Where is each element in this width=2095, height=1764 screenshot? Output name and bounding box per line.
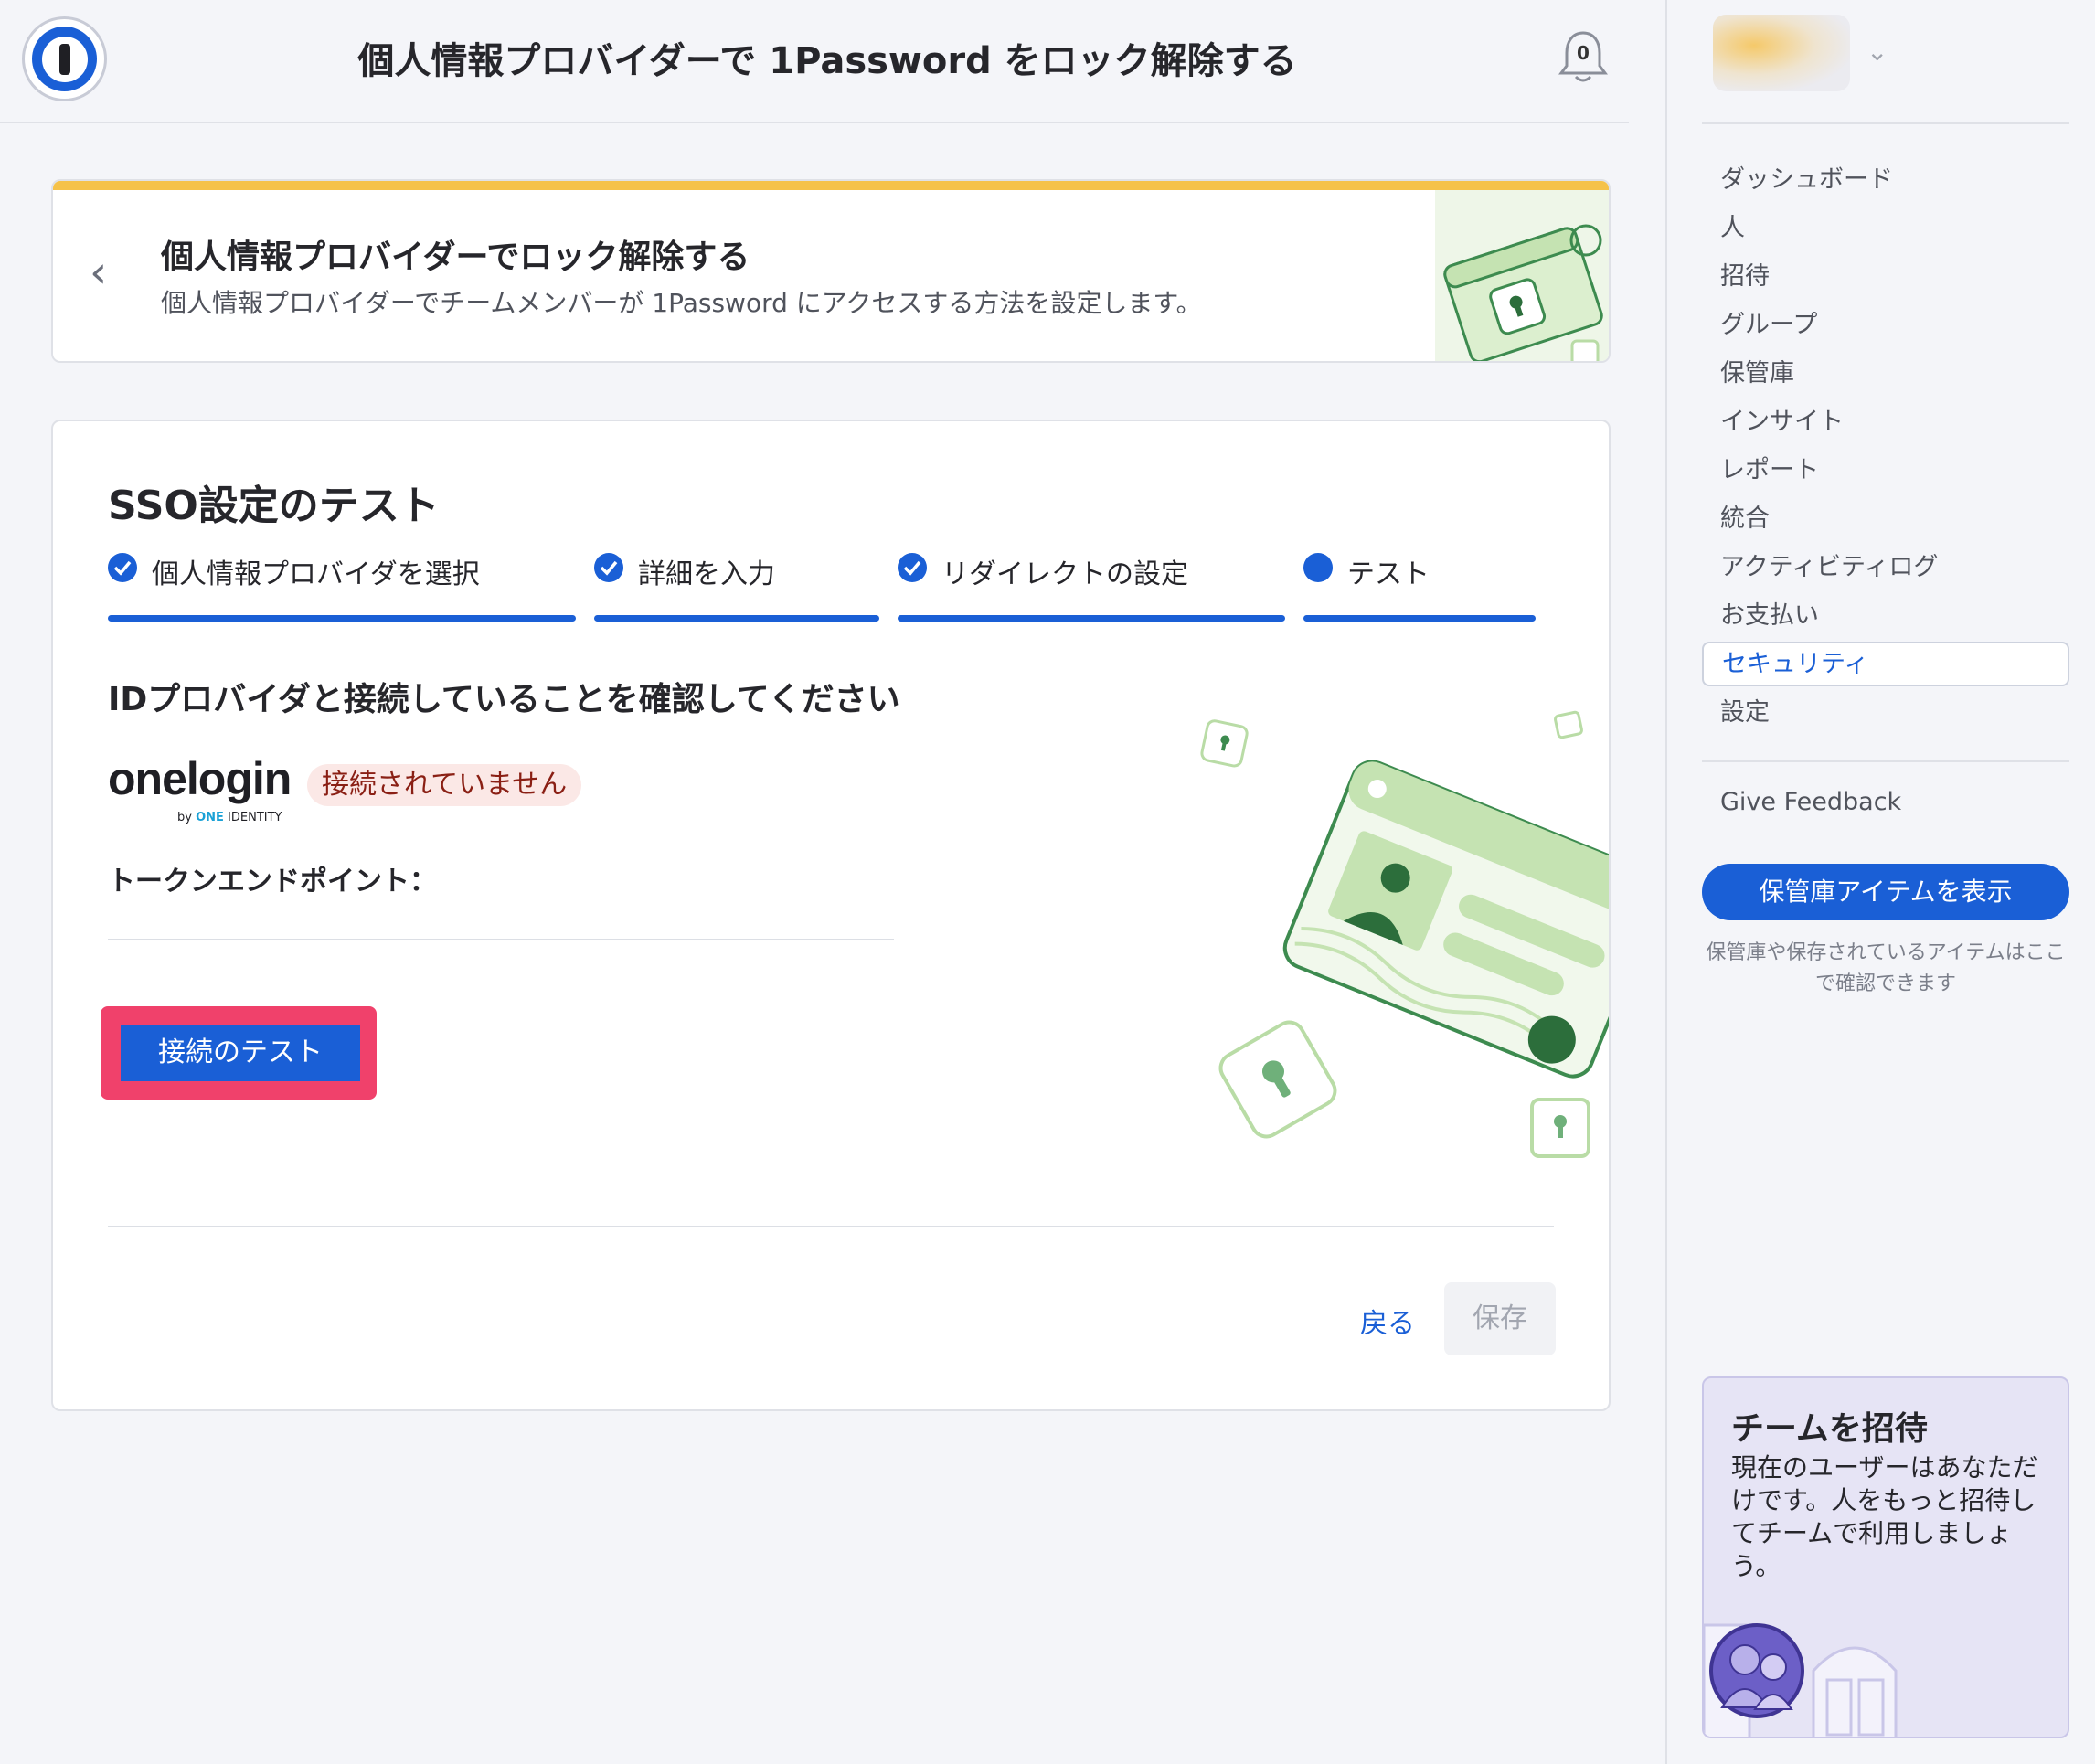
onelogin-wordmark: onelogin [108, 753, 292, 804]
step-progress-bar [108, 615, 576, 622]
step-label: 個人情報プロバイダを選択 [152, 558, 480, 590]
token-endpoint-field [108, 939, 894, 940]
team-illustration [1704, 1623, 1898, 1737]
sidebar-item-groups[interactable]: グループ [1702, 301, 2069, 349]
footer-divider [108, 1226, 1554, 1227]
sidebar-item-reports[interactable]: レポート [1702, 446, 2069, 494]
step-label: リダイレクトの設定 [941, 558, 1188, 590]
page-title: 個人情報プロバイダーで 1Password をロック解除する [357, 40, 1297, 82]
check-circle-icon [898, 553, 927, 582]
sidebar-item-people[interactable]: 人 [1702, 204, 2069, 252]
byline-identity: IDENTITY [228, 811, 282, 824]
sidebar-item-activity-log[interactable]: アクティビティログ [1702, 543, 2069, 591]
browser-lock-illustration [1435, 190, 1609, 361]
notifications-bell-icon[interactable]: 0 [1556, 27, 1611, 86]
sidebar-item-invitations[interactable]: 招待 [1702, 252, 2069, 301]
logo-keyhole-icon [58, 43, 70, 75]
vault-items-note: 保管庫や保存されているアイテムはここで確認できます [1706, 941, 2066, 995]
top-bar: 個人情報プロバイダーで 1Password をロック解除する 0 [0, 0, 1629, 123]
invite-title: チームを招待 [1731, 1410, 1928, 1448]
connection-status-badge: 接続されていません [307, 764, 582, 806]
sidebar-item-integrations[interactable]: 統合 [1702, 494, 2069, 543]
intro-card: ‹ 個人情報プロバイダーでロック解除する 個人情報プロバイダーでチームメンバーが… [51, 179, 1611, 363]
sidebar-item-insights[interactable]: インサイト [1702, 398, 2069, 446]
step-progress-bar [898, 615, 1285, 622]
view-vault-items-button[interactable]: 保管庫アイテムを表示 [1702, 864, 2069, 920]
id-card-illustration [1200, 710, 1609, 1158]
sidebar-divider [1702, 122, 2069, 124]
step-label: 詳細を入力 [638, 558, 775, 590]
step-progress-bar [594, 615, 879, 622]
account-avatar-blurred [1713, 15, 1850, 91]
main-area: 個人情報プロバイダーで 1Password をロック解除する 0 ‹ 個人情報プ… [0, 0, 1665, 1764]
token-endpoint-label: トークンエンドポイント： [108, 866, 437, 898]
sso-test-card: SSO設定のテスト 個人情報プロバイダを選択 詳細を入力 リダイレクトの設定 テ… [51, 420, 1611, 1411]
1password-logo[interactable] [22, 16, 107, 101]
back-chevron-icon[interactable]: ‹ [90, 250, 107, 294]
intro-accent-bar [53, 181, 1609, 190]
sidebar-divider [1702, 760, 2069, 762]
byline-by: by [177, 811, 192, 824]
onelogin-byline: by ONE IDENTITY [177, 811, 282, 824]
confirm-heading: IDプロバイダと接続していることを確認してください [108, 681, 900, 718]
back-link[interactable]: 戻る [1360, 1301, 1415, 1341]
sidebar-item-security[interactable]: セキュリティ [1702, 642, 2069, 686]
sidebar-item-settings[interactable]: 設定 [1702, 688, 2069, 737]
sidebar-item-dashboard[interactable]: ダッシュボード [1702, 155, 2069, 204]
sidebar-item-billing[interactable]: お支払い [1702, 591, 2069, 640]
logo-ring [32, 27, 97, 91]
sidebar-item-vaults[interactable]: 保管庫 [1702, 349, 2069, 398]
byline-one: ONE [196, 811, 224, 824]
current-step-dot-icon [1303, 553, 1333, 582]
test-connection-button[interactable]: 接続のテスト [121, 1025, 360, 1081]
chevron-down-icon: ⌄ [1866, 37, 1888, 67]
check-circle-icon [108, 553, 137, 582]
onelogin-logo: onelogin by ONE IDENTITY [108, 752, 292, 824]
step-progress-bar [1303, 615, 1536, 622]
intro-title: 個人情報プロバイダーでロック解除する [161, 239, 750, 276]
save-button[interactable]: 保存 [1444, 1282, 1556, 1355]
sso-title: SSO設定のテスト [108, 483, 440, 529]
invite-team-card: チームを招待 現在のユーザーはあなただけです。人をもっと招待してチームで利用しま… [1702, 1376, 2069, 1738]
notification-count: 0 [1577, 42, 1590, 64]
step-label: テスト [1347, 558, 1430, 590]
account-switcher[interactable]: ⌄ [1713, 15, 1888, 91]
sidebar-nav: ダッシュボード 人 招待 グループ 保管庫 インサイト レポート 統合 アクティ… [1702, 155, 2069, 737]
check-circle-icon [594, 553, 623, 582]
logo-core [41, 36, 88, 82]
invite-text: 現在のユーザーはあなただけです。人をもっと招待してチームで利用しましょう。 [1731, 1452, 2038, 1581]
sidebar: ⌄ ダッシュボード 人 招待 グループ 保管庫 インサイト レポート 統合 アク… [1665, 0, 2095, 1764]
give-feedback-link[interactable]: Give Feedback [1720, 788, 1901, 816]
intro-subtitle: 個人情報プロバイダーでチームメンバーが 1Password にアクセスする方法を… [161, 288, 1202, 318]
